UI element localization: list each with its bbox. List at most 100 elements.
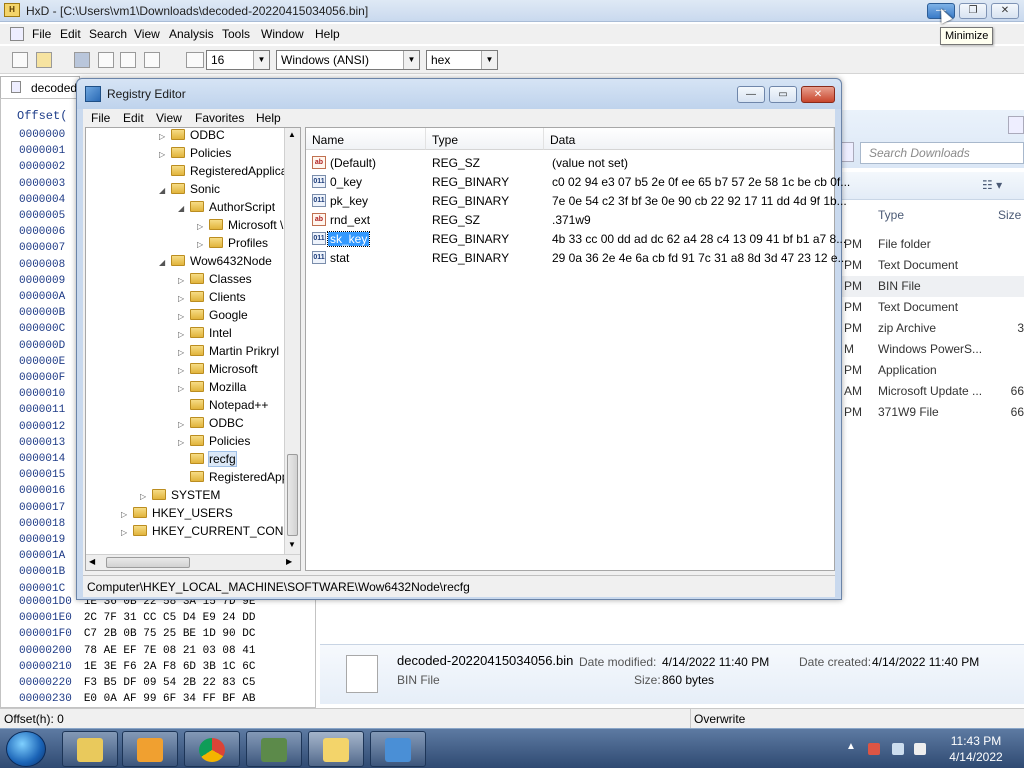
hex-row-bytes[interactable]: C7 2B 0B 75 25 BE 1D 90 DC [84,628,256,640]
refresh-icon[interactable] [840,142,854,162]
expand-arrow-icon[interactable]: ▷ [121,510,131,519]
file-row[interactable]: PM Text Document [842,255,1024,276]
hex-row[interactable]: 000001E0 2C 7F 31 CC C5 D4 E9 24 DD [19,612,255,624]
registry-value-row[interactable]: 011 0_key REG_BINARY c0 02 94 e3 07 b5 2e 0… [306,173,850,192]
menu-tools[interactable]: Tools [222,27,250,41]
tree-node[interactable]: ▷ Classes [178,272,252,290]
charset-select[interactable]: Windows (ANSI) ▼ [276,50,420,70]
taskbar-regedit[interactable] [370,731,426,767]
reg-menu-help[interactable]: Help [256,111,281,125]
column-type[interactable]: Type [426,128,544,150]
tree-node[interactable]: Notepad++ [178,398,268,416]
column-data[interactable]: Data [544,128,834,150]
hex-row-bytes[interactable]: 2C 7F 31 CC C5 D4 E9 24 DD [84,612,256,624]
registry-value-row[interactable]: ab (Default) REG_SZ (value not set) [306,154,834,173]
menu-search[interactable]: Search [89,27,127,41]
taskbar-hxd[interactable] [308,731,364,767]
taskbar-media[interactable] [122,731,178,767]
column-type[interactable]: Type [878,208,904,222]
tree-node[interactable]: ▷ Clients [178,290,246,308]
tree-node[interactable]: ▷ Martin Prikryl [178,344,279,362]
reg-menu-file[interactable]: File [91,111,110,125]
column-name[interactable]: Name [306,128,426,150]
export-icon[interactable] [144,52,160,68]
menu-analysis[interactable]: Analysis [169,27,214,41]
registry-minimize-button[interactable]: — [737,86,765,103]
tree-node[interactable]: ▷ HKEY_CURRENT_CONFIG [121,524,300,542]
hex-row-bytes[interactable]: F3 B5 DF 09 54 2B 22 83 C5 [84,677,256,689]
expand-arrow-icon[interactable]: ▷ [159,150,169,159]
menu-help[interactable]: Help [315,27,340,41]
registry-maximize-button[interactable]: ▭ [769,86,797,103]
hex-row[interactable]: 00000230 E0 0A AF 99 6F 34 FF BF AB [19,693,255,705]
registry-value-row[interactable]: 011 stat REG_BINARY 29 0a 36 2e 4e 6a cb fd… [306,249,848,268]
network-icon[interactable] [892,743,904,755]
expand-arrow-icon[interactable]: ▷ [178,312,188,321]
tree-node[interactable]: ▷ HKEY_USERS [121,506,233,524]
file-row[interactable]: PM zip Archive 3 [842,318,1024,339]
maximize-button[interactable]: ❐ [959,3,987,19]
expand-arrow-icon[interactable]: ◢ [159,258,169,267]
chevron-down-icon[interactable]: ▼ [253,51,269,69]
open-folder-icon[interactable] [36,52,52,68]
file-row[interactable]: PM Text Document [842,297,1024,318]
taskbar-chrome[interactable] [184,731,240,767]
expand-arrow-icon[interactable]: ▷ [178,348,188,357]
tree-node[interactable]: ▷ SYSTEM [140,488,220,506]
hex-row[interactable]: 00000220 F3 B5 DF 09 54 2B 22 83 C5 [19,677,255,689]
expand-arrow-icon[interactable]: ▷ [178,384,188,393]
explorer-close-strip[interactable] [1008,116,1024,134]
tree-scroll-thumb[interactable] [287,454,298,536]
save-icon[interactable] [74,52,90,68]
new-file-icon[interactable] [12,52,28,68]
scroll-up-icon[interactable]: ▲ [288,130,296,139]
file-row[interactable]: PM BIN File [842,276,1024,297]
tree-node[interactable]: ▷ Google [178,308,248,326]
display-select[interactable]: hex ▼ [426,50,498,70]
registry-titlebar[interactable]: Registry Editor — ▭ ✕ [77,79,841,109]
tray-expand-icon[interactable]: ▲ [846,741,856,752]
taskbar-explorer[interactable] [62,731,118,767]
close-file-icon[interactable] [98,52,114,68]
tree-node[interactable]: ▷ Profiles [197,236,268,254]
tree-node[interactable]: ◢ Wow6432Node [159,254,272,272]
view-options-icon[interactable]: ☷ ▾ [982,178,1002,192]
tree-node[interactable]: ▷ Policies [178,434,250,452]
expand-arrow-icon[interactable]: ▷ [178,366,188,375]
registry-value-row[interactable]: 011 pk_key REG_BINARY 7e 0e 54 c2 3f bf 3e … [306,192,847,211]
document-icon[interactable] [10,27,24,41]
tree-node[interactable]: ▷ ODBC [159,128,225,146]
action-center-icon[interactable] [868,743,880,755]
reg-menu-edit[interactable]: Edit [123,111,144,125]
hxd-titlebar[interactable]: H HxD - [C:\Users\vm1\Downloads\decoded-… [0,0,1024,22]
menu-view[interactable]: View [134,27,160,41]
file-row[interactable]: PM File folder [842,234,1024,255]
expand-arrow-icon[interactable]: ▷ [178,294,188,303]
scroll-left-icon[interactable]: ◀ [89,557,95,566]
expand-arrow-icon[interactable]: ◢ [159,186,169,195]
menu-window[interactable]: Window [261,27,304,41]
close-button[interactable]: ✕ [991,3,1019,19]
expand-arrow-icon[interactable]: ▷ [178,330,188,339]
registry-close-button[interactable]: ✕ [801,86,835,103]
expand-arrow-icon[interactable]: ▷ [121,528,131,537]
tree-node[interactable]: ▷ Microsoft \ [197,218,283,236]
bytes-per-row-select[interactable]: 16 ▼ [206,50,270,70]
file-row[interactable]: M Windows PowerS... [842,339,1024,360]
reg-menu-favorites[interactable]: Favorites [195,111,244,125]
tree-node[interactable]: ▷ Intel [178,326,232,344]
tree-node[interactable]: ▷ Policies [159,146,231,164]
expand-arrow-icon[interactable]: ▷ [140,492,150,501]
document-tab[interactable]: decoded [0,76,80,98]
file-row[interactable]: PM 371W9 File 66 [842,402,1024,423]
tree-node[interactable]: ▷ Microsoft [178,362,258,380]
registry-value-row[interactable]: ab rnd_ext REG_SZ .371w9 [306,211,834,230]
scroll-right-icon[interactable]: ▶ [286,557,292,566]
tree-horizontal-scrollbar[interactable]: ◀ ▶ [86,554,300,570]
hex-row-bytes[interactable]: E0 0A AF 99 6F 34 FF BF AB [84,693,256,705]
tree-vertical-scrollbar[interactable]: ▲ ▼ [284,128,300,554]
hex-row-bytes[interactable]: 1E 3E F6 2A F8 6D 3B 1C 6C [84,661,256,673]
volume-icon[interactable] [914,743,926,755]
tree-node[interactable]: ▷ ODBC [178,416,244,434]
reg-menu-view[interactable]: View [156,111,182,125]
